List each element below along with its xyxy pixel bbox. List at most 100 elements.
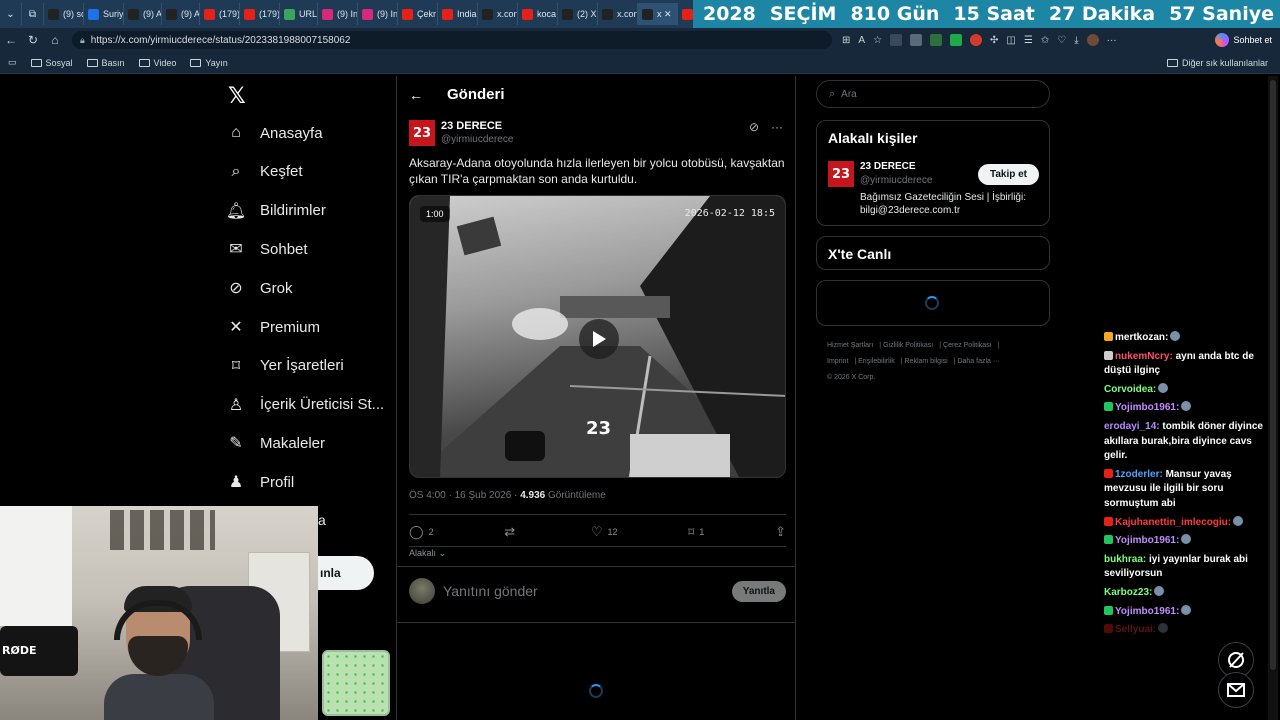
- tab-menu-button[interactable]: ⌄: [0, 3, 22, 25]
- video-player[interactable]: 1:00 2026-02-12 18:5 23: [409, 195, 786, 478]
- browser-tab[interactable]: (9) A: [162, 3, 200, 25]
- author-handle[interactable]: @yirmiucderece: [441, 134, 513, 145]
- browser-tab[interactable]: Çekr: [398, 3, 438, 25]
- browser-tab[interactable]: koca: [518, 3, 558, 25]
- footer-more[interactable]: Daha fazla ···: [957, 358, 999, 365]
- nav-item[interactable]: ✉ Sohbet: [226, 239, 307, 259]
- nav-item[interactable]: ♟ Profil: [226, 472, 294, 492]
- post-time[interactable]: ÖS 4:00 · 16 Şub 2026 ·: [409, 490, 520, 501]
- browser-tab[interactable]: URL: [280, 3, 318, 25]
- footer-cookies[interactable]: Çerez Politikası: [943, 342, 992, 349]
- nav-item[interactable]: ✕ Premium: [226, 317, 320, 337]
- toolbar-icons: ⊞ A ☆ ✣ ◫ ☰ ✩ ♡ ⤓ ···: [842, 34, 1117, 46]
- reply-button[interactable]: Yanıtla: [731, 580, 786, 602]
- footer-imprint[interactable]: Imprint: [827, 358, 848, 365]
- footer-ads-info[interactable]: Reklam bilgisi: [905, 358, 948, 365]
- person-name[interactable]: 23 DERECE: [860, 161, 916, 172]
- play-button-icon[interactable]: [579, 319, 619, 359]
- collections-icon[interactable]: ☰: [1024, 35, 1033, 46]
- extension-icon-3[interactable]: [930, 34, 943, 46]
- browser-tab[interactable]: x.con: [598, 3, 638, 25]
- more-menu-icon[interactable]: ···: [1107, 35, 1117, 46]
- nav-item[interactable]: ♙ İçerik Üreticisi St...: [226, 395, 384, 415]
- favorite-icon[interactable]: ☆: [873, 35, 882, 46]
- person-avatar[interactable]: 23: [828, 161, 854, 187]
- author-name[interactable]: 23 DERECE: [441, 120, 513, 132]
- like-action[interactable]: ♡ 12: [591, 524, 618, 540]
- home-button-icon[interactable]: ⌂: [44, 33, 66, 47]
- downloads-icon[interactable]: ⤓: [1074, 35, 1078, 46]
- bookmark-sidebar-icon[interactable]: ▭: [8, 57, 17, 68]
- browser-tab[interactable]: x ✕: [638, 3, 678, 25]
- browser-tab[interactable]: (179): [240, 3, 280, 25]
- extensions-puzzle-icon[interactable]: ✣: [990, 35, 998, 46]
- profile-avatar[interactable]: [1086, 34, 1099, 46]
- post-button[interactable]: ınla: [318, 556, 374, 590]
- search-input[interactable]: ⌕ Ara: [816, 80, 1050, 108]
- address-bar[interactable]: 🔒︎ https://x.com/yirmiucderece/status/20…: [72, 31, 832, 49]
- bookmark-action[interactable]: ⌑ 1: [688, 524, 704, 540]
- browser-tab[interactable]: (9) A: [124, 3, 162, 25]
- reply-input[interactable]: Yanıtını gönder: [443, 583, 724, 599]
- nav-item[interactable]: 🔔︎ Bildirimler: [226, 201, 326, 221]
- nav-item[interactable]: ⌑ Yer İşaretleri: [226, 356, 344, 376]
- share-action[interactable]: ⇪: [775, 524, 786, 540]
- post-author[interactable]: 23 23 DERECE @yirmiucderece: [409, 120, 513, 146]
- person-handle[interactable]: @yirmiucderece: [860, 175, 932, 186]
- split-screen-icon[interactable]: ◫: [1006, 35, 1015, 46]
- messages-fab[interactable]: [1218, 672, 1254, 708]
- tab-label: Suriy: [103, 9, 124, 19]
- other-bookmarks[interactable]: Diğer sık kullanılanlar: [1166, 58, 1268, 68]
- x-icon: ✕: [229, 319, 243, 336]
- nav-item[interactable]: ✎ Makaleler: [226, 433, 325, 453]
- browser-favorites-icon[interactable]: ✩: [1041, 35, 1049, 46]
- nav-partial-item[interactable]: a: [318, 512, 326, 528]
- workspaces-icon[interactable]: ⧉: [22, 3, 44, 25]
- x-logo-icon[interactable]: 𝕏: [228, 84, 246, 109]
- page-scrollbar[interactable]: [1268, 76, 1278, 720]
- browser-essentials-icon[interactable]: ♡: [1057, 35, 1066, 46]
- tab-favicon-icon: [48, 8, 59, 20]
- more-options-icon[interactable]: ···: [771, 120, 783, 134]
- extension-icon-1[interactable]: [890, 34, 903, 46]
- bookmark-video[interactable]: Video: [138, 58, 176, 68]
- back-arrow-icon[interactable]: ←: [409, 87, 423, 103]
- chat-badge-icon: [1104, 402, 1113, 412]
- browser-tab[interactable]: x.con: [478, 3, 518, 25]
- relevance-sort[interactable]: Alakalı ⌄: [409, 548, 446, 559]
- x-live-card[interactable]: X'te Canlı: [816, 236, 1050, 270]
- reader-icon[interactable]: ⊞: [842, 35, 850, 46]
- scrollbar-thumb[interactable]: [1270, 80, 1276, 670]
- browser-tab[interactable]: (179): [200, 3, 240, 25]
- browser-tab[interactable]: Indial: [438, 3, 478, 25]
- footer-terms[interactable]: Hizmet Şartları: [827, 342, 873, 349]
- nav-item[interactable]: ⌕ Keşfet: [226, 162, 303, 182]
- read-aloud-icon[interactable]: A: [858, 35, 865, 46]
- back-icon[interactable]: ←: [0, 33, 22, 47]
- footer-accessibility[interactable]: Erişilebilirlik: [858, 358, 895, 365]
- reply-action[interactable]: ◯ 2: [409, 524, 434, 540]
- follow-button[interactable]: Takip et: [977, 164, 1039, 185]
- footer-privacy[interactable]: Gizlilik Politikası: [883, 342, 933, 349]
- repost-action[interactable]: ⇄: [504, 524, 520, 540]
- countdown-year: 2028: [702, 3, 756, 25]
- browser-tab[interactable]: (9) In: [318, 3, 358, 25]
- video-timestamp: 2026-02-12 18:5: [684, 208, 775, 219]
- browser-tab[interactable]: (2) X: [558, 3, 598, 25]
- browser-tab[interactable]: Suriy: [84, 3, 124, 25]
- extension-icon-4[interactable]: [950, 34, 963, 46]
- extension-icon-2[interactable]: [910, 34, 923, 46]
- grok-explain-icon[interactable]: ⊘: [749, 120, 759, 134]
- chat-badge-icon: [1104, 605, 1113, 615]
- extension-icon-5[interactable]: [970, 34, 983, 46]
- bookmark-yayin[interactable]: Yayın: [190, 58, 228, 68]
- browser-tab[interactable]: (9) sc: [44, 3, 84, 25]
- author-avatar[interactable]: 23: [409, 120, 435, 146]
- browser-tab[interactable]: (9) In: [358, 3, 398, 25]
- bookmark-basin[interactable]: Basın: [86, 58, 125, 68]
- nav-item[interactable]: ⊘ Grok: [226, 278, 292, 298]
- refresh-icon[interactable]: ↻: [22, 33, 44, 47]
- copilot-chat-button[interactable]: Sohbet et: [1215, 33, 1272, 47]
- bookmark-sosyal[interactable]: Sosyal: [30, 58, 73, 68]
- nav-item[interactable]: ⌂ Anasayfa: [226, 123, 322, 143]
